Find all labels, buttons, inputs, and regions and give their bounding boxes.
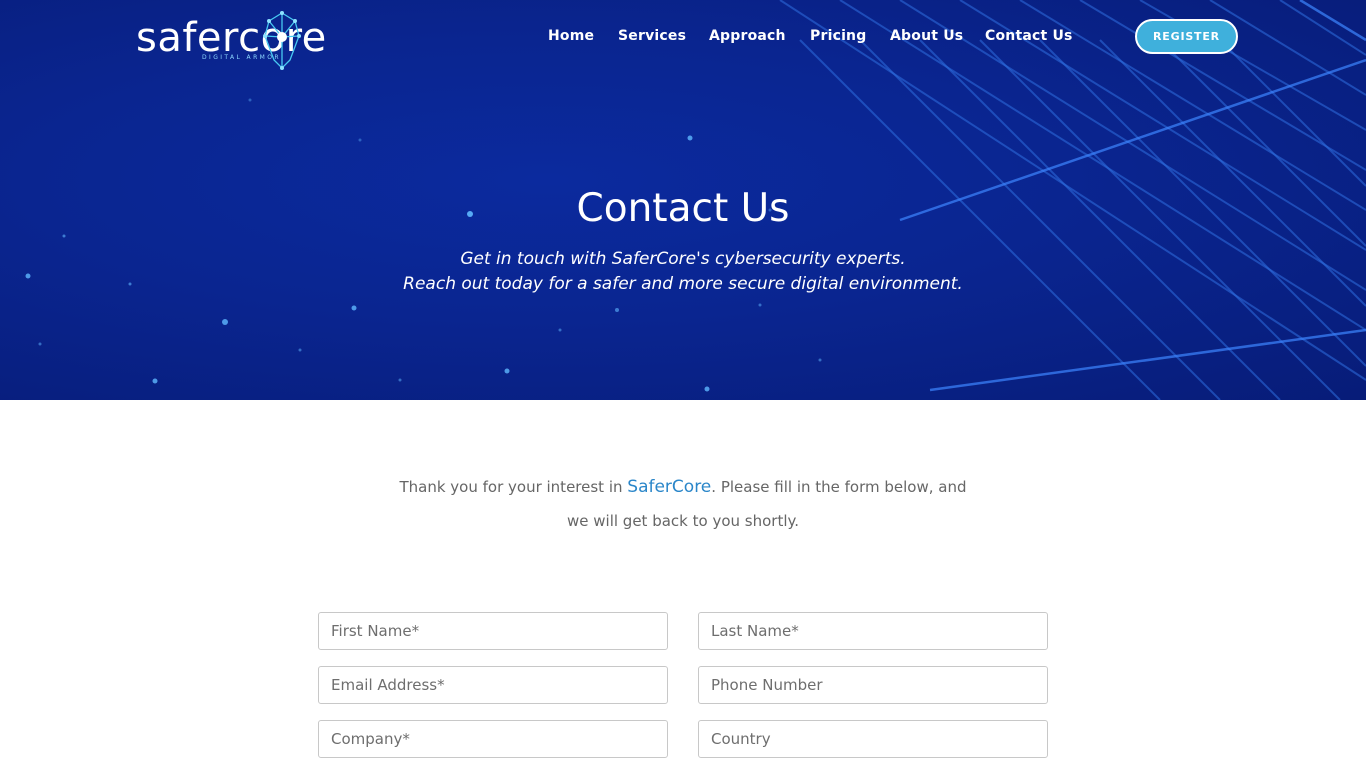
hero-subtitle-line2: Reach out today for a safer and more sec…: [403, 274, 963, 294]
intro-line1: Thank you for your interest in SaferCore…: [333, 470, 1033, 504]
email-field[interactable]: [318, 666, 668, 704]
shield-network-icon: [263, 11, 301, 70]
nav-pricing[interactable]: Pricing: [810, 28, 866, 44]
nav-home[interactable]: Home: [548, 28, 594, 44]
intro-line2: we will get back to you shortly.: [567, 512, 799, 530]
first-name-field[interactable]: [318, 612, 668, 650]
nav-about-us[interactable]: About Us: [890, 28, 963, 44]
intro-text: Thank you for your interest in SaferCore…: [333, 470, 1033, 538]
intro-after: . Please fill in the form below, and: [711, 478, 967, 496]
register-button[interactable]: REGISTER: [1135, 19, 1238, 54]
last-name-field[interactable]: [698, 612, 1048, 650]
intro-before: Thank you for your interest in: [399, 478, 628, 496]
hero-subtitle-line1: Get in touch with SaferCore's cybersecur…: [460, 249, 906, 269]
intro-brand-link[interactable]: SaferCore: [627, 477, 711, 497]
brand-logo[interactable]: safercore DIGITAL ARMOR: [136, 10, 346, 70]
phone-field[interactable]: [698, 666, 1048, 704]
nav-services[interactable]: Services: [618, 28, 686, 44]
nav-approach[interactable]: Approach: [709, 28, 786, 44]
hero-banner: safercore DIGITAL ARMOR Home Services Ap…: [0, 0, 1366, 400]
country-field[interactable]: [698, 720, 1048, 758]
nav-contact-us[interactable]: Contact Us: [985, 28, 1073, 44]
page-title: Contact Us: [576, 186, 790, 231]
company-field[interactable]: [318, 720, 668, 758]
